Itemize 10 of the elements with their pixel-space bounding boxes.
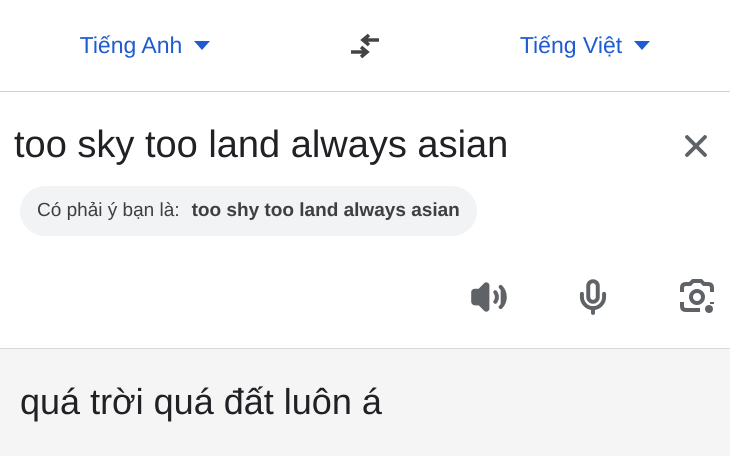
camera-icon[interactable] — [678, 278, 716, 316]
input-field[interactable]: too sky too land always asian — [14, 117, 678, 174]
caret-icon — [634, 41, 650, 50]
suggestion-chip[interactable]: Có phải ý bạn là: too shy too land always asian — [20, 186, 477, 236]
caret-icon — [194, 41, 210, 50]
language-selector[interactable]: Tiếng Việt — [512, 24, 658, 67]
translation-text: quá trời quá đất luôn á — [20, 380, 383, 424]
suggestion-text[interactable]: too shy too land always asian — [192, 196, 460, 226]
language-selector[interactable]: Tiếng Anh — [72, 24, 218, 67]
suggestion-label: Có phải ý bạn là: — [37, 198, 180, 223]
